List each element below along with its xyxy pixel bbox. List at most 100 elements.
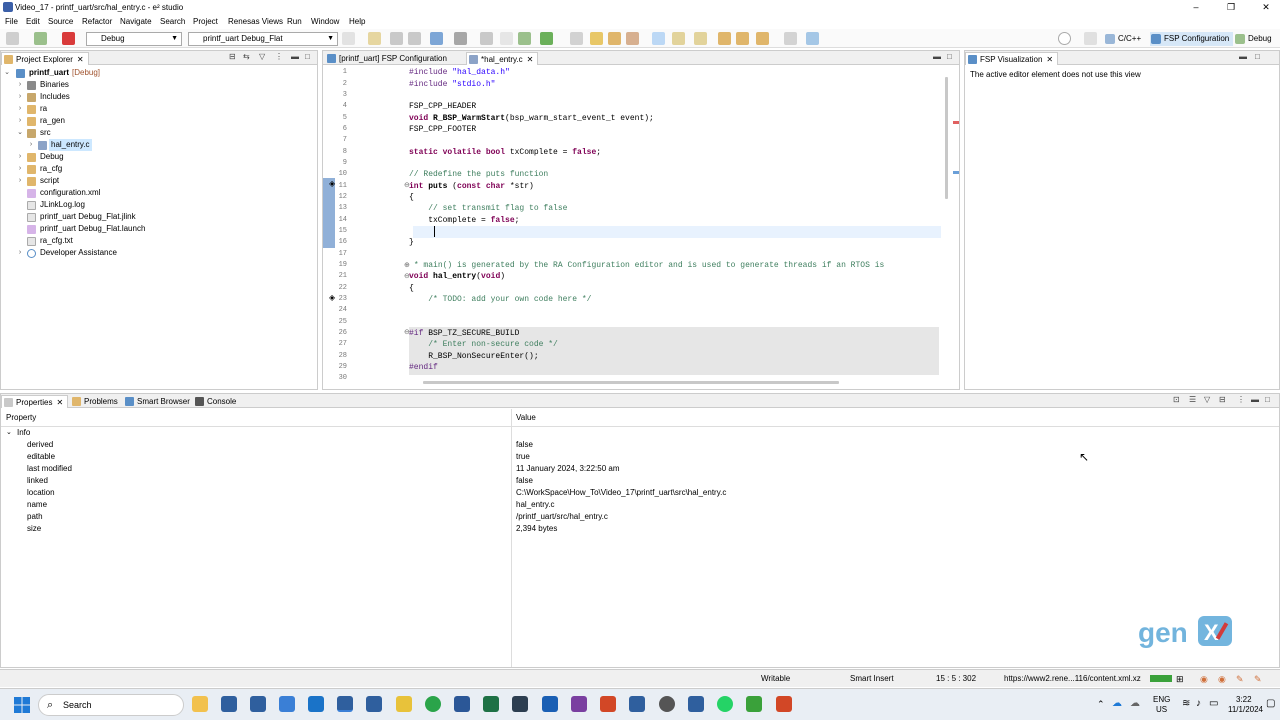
open-perspective-icon[interactable] — [1084, 32, 1097, 45]
property-row[interactable]: name hal_entry.c — [1, 499, 1279, 511]
bug-icon[interactable] — [518, 32, 531, 45]
speaker-icon[interactable]: ♪ — [1196, 698, 1201, 709]
property-row[interactable]: path/printf_uart/src/hal_entry.c — [1, 511, 1279, 523]
chevron-down-icon[interactable]: ⌄ — [16, 127, 24, 139]
minimize-view-icon[interactable]: ▬ — [1239, 52, 1247, 61]
property-row[interactable]: last modified 11 January 2024, 3:22:50 am — [1, 463, 1279, 475]
toggle-mark-icon[interactable] — [652, 32, 665, 45]
minimize-view-icon[interactable]: ▬ — [1251, 395, 1259, 404]
chevron-right-icon[interactable]: › — [16, 163, 24, 175]
tree-item[interactable]: ⌄ printf_uart [Debug] — [1, 67, 317, 79]
tab-console[interactable]: Console — [193, 395, 240, 408]
maximize-view-icon[interactable]: □ — [305, 52, 310, 61]
language-indicator[interactable]: ENG — [1153, 695, 1170, 704]
whatsapp-icon[interactable] — [717, 696, 733, 712]
chrome-icon[interactable] — [425, 696, 441, 712]
e2-studio-icon[interactable] — [221, 696, 237, 712]
tool-icon[interactable]: ✎ — [1254, 674, 1262, 685]
pen-app-icon[interactable] — [512, 696, 528, 712]
tree-item[interactable]: ⌄ src — [1, 127, 317, 139]
menu-navigate[interactable]: Navigate — [120, 17, 152, 26]
chevron-right-icon[interactable]: › — [16, 91, 24, 103]
pen-icon[interactable]: ✎ — [1236, 674, 1244, 685]
pin-editor-icon[interactable] — [806, 32, 819, 45]
tool-icon[interactable] — [454, 32, 467, 45]
pin-icon[interactable]: ⊡ — [1173, 395, 1180, 404]
marker-icon[interactable] — [626, 32, 639, 45]
outlook-icon[interactable] — [308, 696, 324, 712]
property-group[interactable]: ⌄ Info — [1, 427, 1279, 439]
settings-gear-icon[interactable] — [342, 32, 355, 45]
language-region[interactable]: US — [1156, 705, 1167, 714]
camtasia-icon[interactable] — [746, 696, 762, 712]
menu-search[interactable]: Search — [160, 17, 185, 26]
tree-item[interactable]: › script — [1, 175, 317, 187]
smart-manual-icon[interactable]: ◉ — [1218, 674, 1226, 685]
collapse-all-icon[interactable]: ⊟ — [229, 52, 236, 61]
close-icon[interactable]: ✕ — [77, 55, 84, 64]
column-header-value[interactable]: Value — [516, 413, 536, 422]
sticky-notes-icon[interactable] — [396, 696, 412, 712]
onenote-icon[interactable] — [571, 696, 587, 712]
prev-annotation-icon[interactable] — [694, 32, 707, 45]
minimize-button[interactable]: – — [1184, 1, 1208, 14]
open-folder-icon[interactable] — [608, 32, 621, 45]
tree-item[interactable]: printf_uart Debug_Flat.jlink — [1, 211, 317, 223]
chevron-right-icon[interactable]: › — [16, 175, 24, 187]
external-tools-icon[interactable] — [570, 32, 583, 45]
teams-icon[interactable] — [629, 696, 645, 712]
chevron-right-icon[interactable]: › — [16, 79, 24, 91]
notifications-icon[interactable]: ▢ — [1266, 698, 1275, 709]
menu-edit[interactable]: Edit — [26, 17, 40, 26]
menu-window[interactable]: Window — [311, 17, 339, 26]
build-config-select[interactable]: Debug ▼ — [86, 32, 182, 46]
stop-icon[interactable] — [62, 32, 75, 45]
close-icon[interactable]: ✕ — [1046, 55, 1053, 64]
link-editor-icon[interactable]: ⇆ — [243, 52, 250, 61]
onedrive-gray-icon[interactable]: ☁ — [1130, 698, 1140, 709]
forward-disabled-icon[interactable] — [784, 32, 797, 45]
tree-item[interactable]: › Developer Assistance — [1, 247, 317, 259]
pen-icon[interactable] — [590, 32, 603, 45]
close-button[interactable]: ✕ — [1254, 1, 1278, 14]
minimize-view-icon[interactable]: ▬ — [933, 52, 941, 61]
menu-source[interactable]: Source — [48, 17, 73, 26]
menu-file[interactable]: File — [5, 17, 18, 26]
chevron-right-icon[interactable]: › — [16, 247, 24, 259]
recorder-icon[interactable] — [776, 696, 792, 712]
tree-item[interactable]: › ra_gen — [1, 115, 317, 127]
column-header-property[interactable]: Property — [6, 413, 36, 422]
tree-item[interactable]: ra_cfg.txt — [1, 235, 317, 247]
property-row[interactable]: size 2,394 bytes — [1, 523, 1279, 535]
build-icon[interactable] — [430, 32, 443, 45]
search-icon[interactable] — [1058, 32, 1071, 45]
chevron-right-icon[interactable]: › — [16, 103, 24, 115]
menu-project[interactable]: Project — [193, 17, 218, 26]
perspective-fsp[interactable]: FSP Configuration — [1150, 32, 1234, 46]
menu-renesas-views[interactable]: Renesas Views — [228, 17, 283, 26]
menu-help[interactable]: Help — [349, 17, 365, 26]
save-all-icon[interactable] — [408, 32, 421, 45]
restore-icon[interactable]: ⊟ — [1219, 395, 1226, 404]
close-icon[interactable]: ✕ — [527, 55, 534, 64]
menu-run[interactable]: Run — [287, 17, 302, 26]
perspective-debug[interactable]: Debug — [1234, 32, 1272, 46]
maximize-view-icon[interactable]: □ — [947, 52, 952, 61]
close-icon[interactable]: ✕ — [56, 398, 63, 407]
forward-icon[interactable] — [756, 32, 769, 45]
e2-studio-icon[interactable] — [250, 696, 266, 712]
view-menu-icon[interactable]: ⋮ — [275, 52, 283, 61]
settings-gear-icon[interactable] — [659, 696, 675, 712]
perspective-cc[interactable]: C/C++ — [1104, 32, 1141, 46]
filter-icon[interactable]: ▽ — [259, 52, 265, 61]
tab-hal-entry[interactable]: *hal_entry.c ✕ — [466, 52, 539, 65]
launch-config-select[interactable]: printf_uart Debug_Flat ▼ — [188, 32, 338, 46]
clock-date[interactable]: 11/1/2024 — [1228, 705, 1263, 714]
property-row[interactable]: linked false — [1, 475, 1279, 487]
tab-smart-browser[interactable]: Smart Browser — [123, 395, 194, 408]
chevron-down-icon[interactable]: ⌄ — [3, 67, 11, 79]
clock-time[interactable]: 3:22 — [1236, 695, 1252, 704]
progress-icon[interactable]: ⊞ — [1176, 674, 1184, 685]
next-annotation-icon[interactable] — [672, 32, 685, 45]
tree-item[interactable]: › ra — [1, 103, 317, 115]
